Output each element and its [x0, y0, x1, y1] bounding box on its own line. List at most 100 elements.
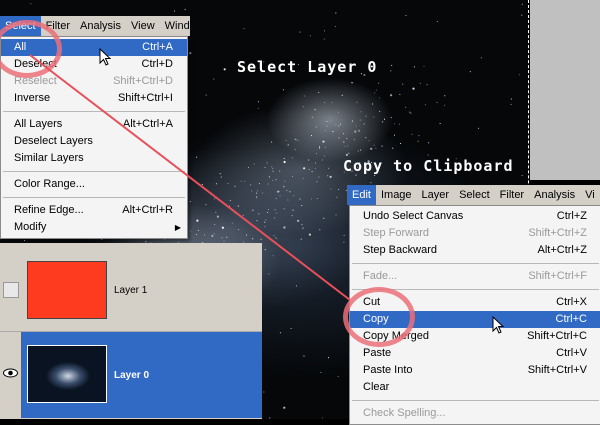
star: [243, 28, 245, 30]
star: [323, 38, 325, 40]
layer-row-layer-0[interactable]: Layer 0: [0, 332, 262, 418]
star: [381, 145, 383, 147]
menu-item-paste[interactable]: Paste Ctrl+V: [350, 345, 600, 362]
star: [348, 152, 350, 154]
star: [291, 215, 293, 217]
star: [410, 112, 412, 114]
star: [393, 123, 395, 125]
star: [354, 138, 356, 140]
menu-analysis[interactable]: Analysis: [529, 185, 580, 205]
star: [264, 221, 266, 223]
star: [368, 140, 370, 142]
menu-item-inverse[interactable]: Inverse Shift+Ctrl+I: [1, 90, 187, 107]
menu-item-check-spelling[interactable]: Check Spelling...: [350, 405, 600, 422]
star: [373, 116, 375, 118]
caption-copy-clipboard: Copy to Clipboard: [343, 157, 514, 175]
visibility-toggle[interactable]: [3, 282, 19, 298]
menu-edit[interactable]: Edit: [347, 185, 376, 205]
menu-view[interactable]: Vi: [580, 185, 600, 205]
star: [252, 238, 254, 240]
star: [323, 217, 325, 219]
star: [390, 70, 392, 72]
star: [293, 195, 295, 197]
menu-item-paste-into[interactable]: Paste Into Shift+Ctrl+V: [350, 362, 600, 379]
star: [334, 26, 336, 28]
menu-item-deselect-layers[interactable]: Deselect Layers: [1, 133, 187, 150]
eye-icon[interactable]: [3, 367, 18, 381]
star: [289, 191, 291, 193]
star: [405, 15, 407, 17]
menu-item-step-backward[interactable]: Step Backward Alt+Ctrl+Z: [350, 242, 600, 259]
star: [411, 133, 413, 135]
star: [264, 249, 266, 251]
star: [203, 234, 206, 236]
star: [300, 238, 302, 240]
star: [510, 103, 512, 105]
star: [275, 179, 277, 181]
star: [287, 144, 289, 146]
star: [258, 182, 260, 185]
star: [365, 137, 367, 139]
menu-separator: [352, 400, 599, 401]
menu-filter[interactable]: Filter: [495, 185, 529, 205]
star: [310, 135, 313, 137]
star: [392, 147, 394, 149]
star: [331, 101, 333, 104]
star: [332, 131, 334, 133]
layer-row-layer-1[interactable]: Layer 1: [0, 245, 262, 332]
star: [417, 140, 419, 142]
menu-item-undo-select-canvas[interactable]: Undo Select Canvas Ctrl+Z: [350, 208, 600, 225]
menu-item-shortcut: Ctrl+C: [555, 313, 587, 325]
star: [276, 238, 278, 240]
menu-window[interactable]: Wind: [160, 16, 190, 36]
menu-select[interactable]: Select: [454, 185, 495, 205]
star: [272, 179, 274, 181]
menu-item-step-forward[interactable]: Step Forward Shift+Ctrl+Z: [350, 225, 600, 242]
star: [315, 162, 317, 164]
star: [351, 120, 353, 122]
menu-item-color-range[interactable]: Color Range...: [1, 176, 187, 193]
menu-item-shortcut: Alt+Ctrl+R: [122, 204, 173, 216]
menu-item-shortcut: Ctrl+D: [141, 58, 173, 70]
star: [428, 142, 430, 144]
star: [324, 130, 326, 132]
menu-item-fade[interactable]: Fade... Shift+Ctrl+F: [350, 268, 600, 285]
menu-view[interactable]: View: [126, 16, 160, 36]
star: [340, 123, 342, 125]
menu-image[interactable]: Image: [376, 185, 417, 205]
menu-analysis[interactable]: Analysis: [75, 16, 126, 36]
star: [322, 140, 325, 143]
menu-item-all-layers[interactable]: All Layers Alt+Ctrl+A: [1, 116, 187, 133]
star: [190, 230, 192, 232]
star: [195, 156, 198, 158]
menu-item-label: Step Forward: [363, 227, 430, 239]
menu-item-clear[interactable]: Clear: [350, 379, 600, 396]
star: [299, 198, 301, 200]
menu-item-refine-edge[interactable]: Refine Edge... Alt+Ctrl+R: [1, 202, 187, 219]
star: [303, 95, 305, 97]
star: [302, 177, 304, 180]
star: [390, 94, 393, 97]
star: [287, 199, 289, 201]
star: [330, 188, 332, 190]
star: [299, 31, 301, 33]
star: [261, 192, 263, 194]
menu-layer[interactable]: Layer: [417, 185, 455, 205]
menu-item-shortcut: Shift+Ctrl+F: [528, 270, 587, 282]
menu-separator: [3, 197, 185, 198]
star: [284, 180, 286, 182]
mouse-cursor-icon: [99, 47, 112, 69]
menu-item-label: Similar Layers: [14, 152, 84, 164]
star: [338, 188, 340, 191]
star: [343, 234, 345, 236]
menu-item-modify[interactable]: Modify ▶: [1, 219, 187, 236]
star: [436, 102, 438, 104]
star: [360, 149, 362, 151]
star: [336, 196, 338, 198]
star: [268, 273, 270, 275]
star: [205, 204, 207, 206]
menu-item-similar-layers[interactable]: Similar Layers: [1, 150, 187, 167]
star: [286, 189, 288, 191]
star: [285, 140, 287, 142]
star: [196, 219, 199, 222]
